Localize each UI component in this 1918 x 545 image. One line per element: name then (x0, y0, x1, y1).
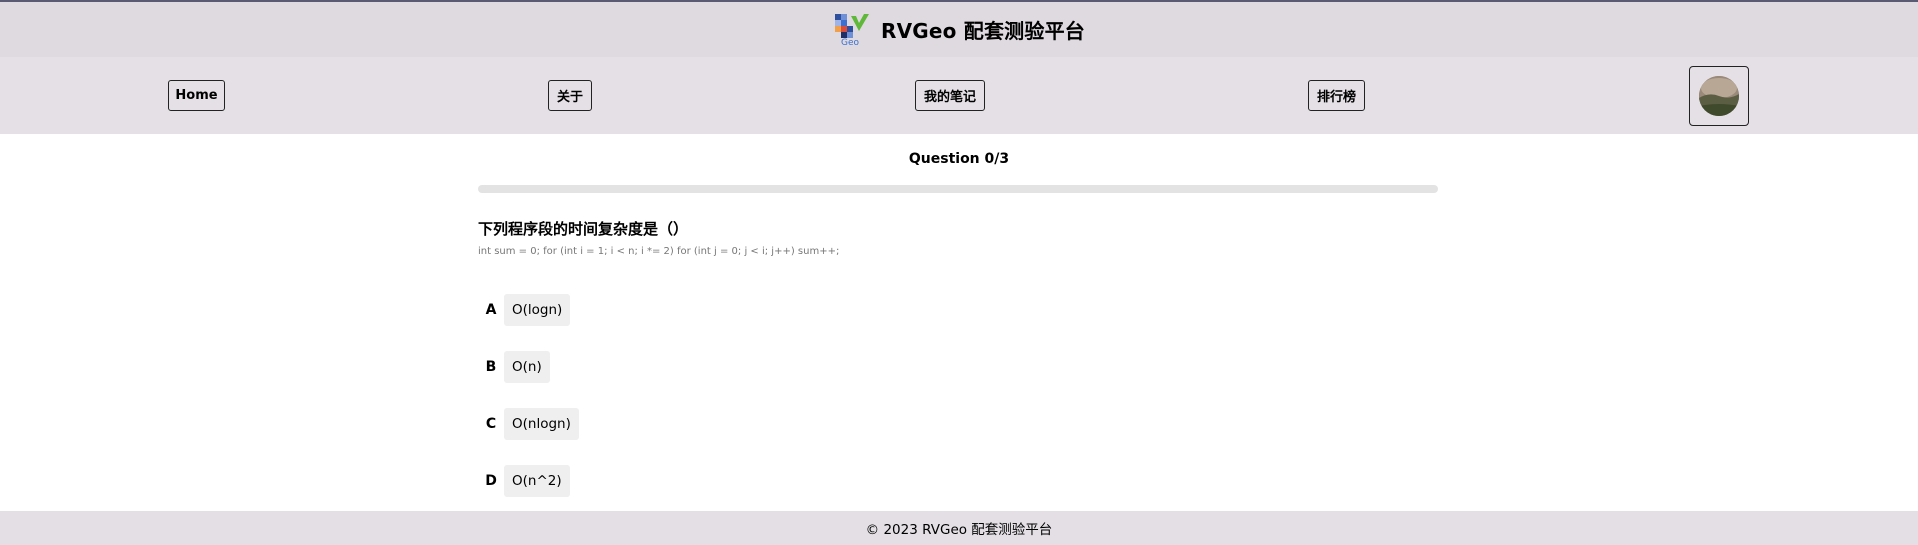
option-a-button[interactable]: O(logn) (504, 294, 571, 326)
site-title: RVGeo 配套测验平台 (881, 19, 1085, 43)
option-c: C O(nlogn) (484, 408, 579, 440)
option-letter: A (485, 302, 497, 318)
option-b: B O(n) (484, 351, 550, 383)
question-counter: Question 0/3 (908, 151, 1010, 167)
nav-about-button[interactable]: 关于 (548, 80, 592, 111)
rvgeo-logo: Geo (833, 12, 871, 50)
logo-label: Geo (841, 37, 860, 48)
question-code: int sum = 0; for (int i = 1; i < n; i *=… (478, 246, 840, 257)
site-header: Geo RVGeo 配套测验平台 (0, 2, 1918, 57)
option-letter: D (485, 473, 497, 489)
option-c-button[interactable]: O(nlogn) (504, 408, 579, 440)
nav-bar: Home 关于 我的笔记 排行榜 (0, 57, 1918, 134)
avatar-image (1699, 76, 1739, 116)
nav-home-button[interactable]: Home (168, 80, 225, 111)
nav-leaderboard-button[interactable]: 排行榜 (1308, 80, 1365, 111)
option-a: A O(logn) (484, 294, 571, 326)
avatar-button[interactable] (1689, 66, 1749, 126)
progress-bar (478, 185, 1438, 193)
footer: © 2023 RVGeo 配套测验平台 (0, 511, 1918, 545)
option-letter: C (485, 416, 497, 432)
option-d-button[interactable]: O(n^2) (504, 465, 570, 497)
option-letter: B (485, 359, 497, 375)
option-b-button[interactable]: O(n) (504, 351, 550, 383)
logo-check-mark (851, 13, 870, 31)
avatar (1699, 76, 1739, 116)
option-d: D O(n^2) (484, 465, 570, 497)
nav-notes-button[interactable]: 我的笔记 (915, 80, 985, 111)
footer-copyright: © 2023 RVGeo 配套测验平台 (865, 522, 1053, 538)
question-text: 下列程序段的时间复杂度是（） (478, 220, 689, 238)
